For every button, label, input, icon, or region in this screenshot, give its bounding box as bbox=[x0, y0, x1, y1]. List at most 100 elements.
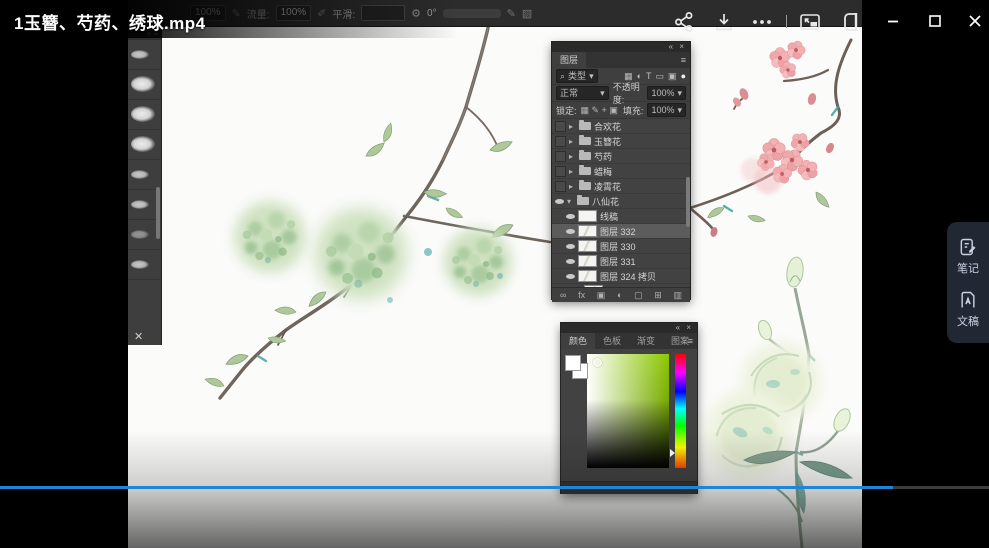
doc-icon bbox=[958, 290, 978, 310]
layer-group-row[interactable]: ▸ 凌霄花 bbox=[552, 179, 690, 194]
filter-smart-icon[interactable]: ▣ bbox=[668, 71, 677, 82]
folder-icon bbox=[579, 152, 591, 160]
fill-select[interactable]: 100% ▾ bbox=[647, 103, 686, 117]
blossom-branch bbox=[690, 40, 851, 228]
layer-name: 芍药 bbox=[594, 150, 612, 163]
layer-thumbnail bbox=[578, 210, 597, 222]
layer-thumbnail bbox=[578, 255, 597, 267]
eye-icon[interactable] bbox=[566, 242, 575, 251]
eye-icon[interactable] bbox=[566, 257, 575, 266]
toolbar-divider bbox=[786, 15, 787, 28]
filter-type-icon[interactable]: T bbox=[646, 71, 652, 82]
download-icon[interactable] bbox=[712, 10, 736, 34]
layer-name: 八仙花 bbox=[592, 195, 619, 208]
chevron-down-icon: ▾ bbox=[677, 104, 682, 116]
layer-row[interactable]: 图层 331 bbox=[552, 254, 690, 269]
new-layer-icon[interactable]: ⊞ bbox=[654, 290, 662, 301]
folder-icon bbox=[579, 122, 591, 130]
layer-filter-select[interactable]: ⌕ 类型 ▾ bbox=[556, 69, 598, 83]
layer-group-row[interactable]: ▸ 合欢花 bbox=[552, 119, 690, 134]
notes-icon bbox=[958, 237, 978, 257]
filter-type-label: 类型 bbox=[568, 70, 586, 82]
layer-name: 合欢花 bbox=[594, 120, 621, 133]
visibility-toggle[interactable] bbox=[555, 136, 566, 147]
layers-scrollbar[interactable] bbox=[686, 177, 690, 227]
eye-icon[interactable] bbox=[555, 197, 564, 206]
visibility-toggle[interactable] bbox=[555, 166, 566, 177]
tab-color[interactable]: 颜色 bbox=[561, 333, 595, 349]
link-layers-icon[interactable]: ∞ bbox=[560, 290, 566, 300]
layer-group-row[interactable]: ▸ 玉簪花 bbox=[552, 134, 690, 149]
top-toolbar bbox=[0, 8, 989, 36]
layer-name: 玉簪花 bbox=[594, 135, 621, 148]
visibility-toggle[interactable] bbox=[555, 181, 566, 192]
maximize-button[interactable] bbox=[922, 8, 948, 34]
brush-preset[interactable] bbox=[128, 40, 161, 70]
side-tools-panel: 笔记 文稿 bbox=[947, 222, 989, 343]
layers-menu-icon[interactable]: ≡ bbox=[681, 52, 686, 68]
dock-panel-icon[interactable] bbox=[840, 10, 864, 34]
doc-label: 文稿 bbox=[957, 313, 979, 329]
layer-row-selected[interactable]: 图层 332 bbox=[552, 224, 690, 239]
layers-tab[interactable]: 图层 bbox=[552, 52, 586, 68]
filter-flag-icon[interactable]: ● bbox=[681, 71, 686, 82]
lock-icons[interactable]: ▦ ✎ + ▣ bbox=[581, 105, 618, 116]
layer-row[interactable]: 图层 324 拷贝 bbox=[552, 269, 690, 284]
layer-name: 图层 330 bbox=[600, 240, 636, 253]
opacity-select[interactable]: 100% ▾ bbox=[647, 86, 686, 100]
more-icon[interactable] bbox=[750, 10, 774, 34]
layers-panel-collapse-icons[interactable]: « × bbox=[552, 42, 690, 52]
ps-layers-panel[interactable]: « × 图层 ≡ ⌕ 类型 ▾ ▦ ◐ T ▭ ▣ ● bbox=[552, 42, 690, 299]
layer-mask-icon[interactable]: ▣ bbox=[597, 290, 606, 301]
layer-row[interactable]: 图层 330 bbox=[552, 239, 690, 254]
new-group-icon[interactable]: ▢ bbox=[634, 290, 643, 301]
brush-panel-scrollbar[interactable] bbox=[156, 187, 160, 239]
close-button[interactable] bbox=[962, 8, 988, 34]
delete-layer-icon[interactable]: ▥ bbox=[673, 290, 682, 301]
foreground-color-swatch[interactable] bbox=[565, 355, 581, 371]
brush-preset[interactable] bbox=[128, 100, 161, 130]
color-panel-collapse-icons[interactable]: « × bbox=[561, 323, 697, 333]
eye-icon[interactable] bbox=[566, 212, 575, 221]
brush-preset[interactable] bbox=[128, 130, 161, 160]
layer-row[interactable]: 线稿 bbox=[552, 209, 690, 224]
layer-group-row[interactable]: ▾ 八仙花 bbox=[552, 194, 690, 209]
notes-label: 笔记 bbox=[957, 260, 979, 276]
share-icon[interactable] bbox=[672, 10, 696, 34]
player-controls: 02:37:59 / 02:57:36 倍速 SVIP 超清 字幕 bbox=[0, 489, 989, 548]
layer-name: 图层 331 bbox=[600, 255, 636, 268]
brush-preset[interactable] bbox=[128, 70, 161, 100]
minimize-button[interactable] bbox=[880, 8, 906, 34]
layer-effects-icon[interactable]: fx bbox=[578, 290, 585, 300]
doc-button[interactable]: 文稿 bbox=[957, 290, 979, 329]
folder-icon bbox=[579, 182, 591, 190]
hydrangea-flowers bbox=[234, 201, 512, 303]
eye-icon[interactable] bbox=[562, 287, 571, 288]
tab-gradients[interactable]: 渐变 bbox=[629, 333, 663, 349]
ps-brush-panel[interactable]: » ≡ ✕ bbox=[128, 27, 162, 345]
brush-preset[interactable] bbox=[128, 250, 161, 280]
adjustment-layer-icon[interactable]: ◐ bbox=[617, 290, 622, 300]
color-picker-marker[interactable] bbox=[593, 358, 602, 367]
layer-row[interactable]: ↳ 图层 323 bbox=[552, 284, 690, 287]
tab-swatches[interactable]: 色板 bbox=[595, 333, 629, 349]
filter-shape-icon[interactable]: ▭ bbox=[656, 71, 665, 82]
blend-mode-value: 正常 bbox=[560, 87, 578, 99]
picture-in-picture-icon[interactable] bbox=[798, 10, 822, 34]
eye-icon[interactable] bbox=[566, 227, 575, 236]
blend-mode-select[interactable]: 正常 ▾ bbox=[556, 86, 609, 100]
opacity-label: 不透明度: bbox=[613, 80, 644, 106]
layer-name: 图层 332 bbox=[600, 225, 636, 238]
visibility-toggle[interactable] bbox=[555, 151, 566, 162]
layer-thumbnail bbox=[578, 240, 597, 252]
notes-button[interactable]: 笔记 bbox=[957, 237, 979, 276]
brush-panel-close-icon[interactable]: ✕ bbox=[134, 330, 143, 343]
chevron-down-icon: ▾ bbox=[600, 87, 605, 99]
visibility-toggle[interactable] bbox=[555, 121, 566, 132]
layer-group-row[interactable]: ▸ 蜡梅 bbox=[552, 164, 690, 179]
color-menu-icon[interactable]: ≡ bbox=[688, 333, 693, 349]
eye-icon[interactable] bbox=[566, 272, 575, 281]
layer-group-row[interactable]: ▸ 芍药 bbox=[552, 149, 690, 164]
chevron-down-icon: ▾ bbox=[677, 87, 682, 99]
brush-preset[interactable] bbox=[128, 160, 161, 190]
